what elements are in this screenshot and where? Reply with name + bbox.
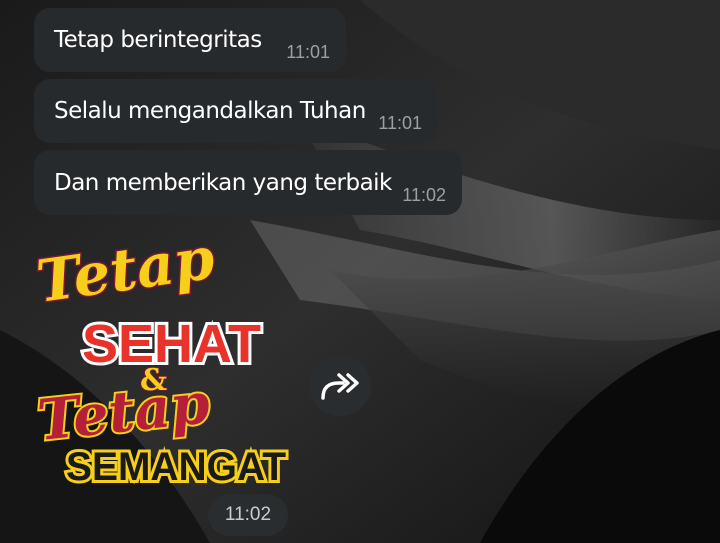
sticker-text-tetap-bottom: Tetap (36, 370, 213, 454)
message-bubble[interactable]: Selalu mengandalkan Tuhan 11:01 (34, 79, 438, 143)
message-timestamp: 11:02 (402, 185, 446, 205)
message-bubble[interactable]: Dan memberikan yang terbaik 11:02 (34, 150, 462, 215)
message-text: Dan memberikan yang terbaik (54, 169, 392, 196)
message-text: Selalu mengandalkan Tuhan (54, 98, 366, 124)
sticker-text-sehat: SEHAT (82, 314, 261, 374)
sticker-text-tetap-top: Tetap (36, 240, 219, 316)
forward-icon (321, 373, 359, 400)
message-bubble[interactable]: Tetap berintegritas 11:01 (34, 8, 346, 72)
message-timestamp: 11:01 (378, 113, 422, 133)
forward-button[interactable] (309, 356, 371, 416)
sticker-text-semangat: SEMANGAT (66, 445, 286, 489)
sticker-message[interactable]: Tetap SEHAT & Tetap SEMANGAT (36, 240, 290, 490)
message-text: Tetap berintegritas (54, 27, 262, 53)
sticker-timestamp: 11:02 (208, 494, 288, 536)
message-timestamp: 11:01 (286, 42, 330, 62)
